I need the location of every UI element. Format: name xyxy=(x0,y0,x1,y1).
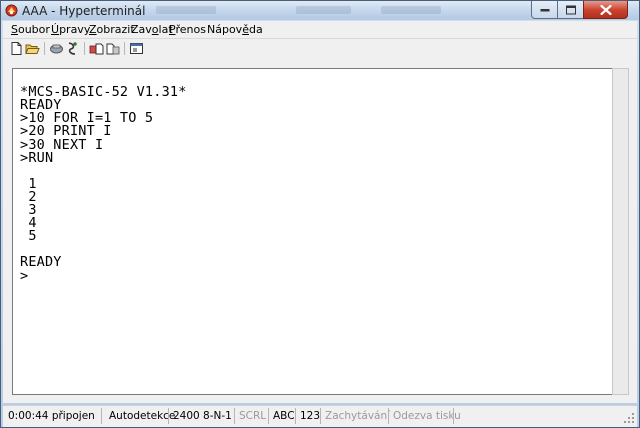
status-print-echo: Odezva tisku xyxy=(393,410,461,422)
hyperterminal-window: AAA - Hyperterminál Soubor Úpravy Zobraz… xyxy=(0,0,640,428)
properties-icon[interactable] xyxy=(129,41,144,56)
open-folder-icon[interactable] xyxy=(25,41,40,56)
status-caps-lock: ABC xyxy=(273,410,295,422)
menu-upravy[interactable]: Úpravy xyxy=(51,23,90,36)
menu-soubor[interactable]: Soubor xyxy=(11,23,50,36)
status-num-lock: 123 xyxy=(300,410,321,422)
minimize-button[interactable] xyxy=(531,1,558,19)
close-button[interactable] xyxy=(583,1,628,19)
background-blur xyxy=(296,6,351,14)
status-divider xyxy=(320,408,321,424)
new-file-icon[interactable] xyxy=(9,41,24,56)
status-divider xyxy=(388,408,389,424)
status-divider xyxy=(101,408,102,424)
status-divider xyxy=(168,408,169,424)
toolbar xyxy=(3,38,637,58)
receive-icon[interactable] xyxy=(105,41,120,56)
resize-grip-icon[interactable] xyxy=(623,412,635,424)
status-divider xyxy=(453,408,454,424)
status-divider xyxy=(234,408,235,424)
status-divider xyxy=(295,408,296,424)
vertical-scrollbar[interactable] xyxy=(612,68,629,395)
status-autodetect: Autodetekce xyxy=(109,410,176,422)
menu-bar: Soubor Úpravy Zobrazit Zavolat Přenos Ná… xyxy=(3,21,637,38)
call-icon[interactable] xyxy=(49,41,64,56)
toolbar-separator xyxy=(84,42,85,55)
maximize-icon xyxy=(565,5,576,14)
close-icon xyxy=(600,4,611,15)
terminal-line: 5 xyxy=(20,228,37,245)
terminal-line: >RUN xyxy=(20,149,54,166)
background-blur xyxy=(156,6,216,14)
minimize-icon xyxy=(540,8,549,11)
status-bar: 0:00:44 připojen Autodetekce 2400 8-N-1 … xyxy=(3,405,637,427)
menu-zavolat[interactable]: Zavolat xyxy=(131,23,173,36)
title-bar[interactable]: AAA - Hyperterminál xyxy=(1,1,639,20)
menu-prenos[interactable]: Přenos xyxy=(169,23,206,36)
status-connection-time: 0:00:44 připojen xyxy=(8,410,95,422)
status-port-params: 2400 8-N-1 xyxy=(173,410,232,422)
hyperterminal-app-icon[interactable] xyxy=(5,4,18,17)
maximize-button[interactable] xyxy=(557,1,584,19)
menu-zobrazit[interactable]: Zobrazit xyxy=(89,23,135,36)
window-title: AAA - Hyperterminál xyxy=(22,4,146,18)
menu-napoveda[interactable]: Nápověda xyxy=(207,23,263,36)
background-blur xyxy=(381,6,441,14)
status-scroll-lock: SCRL xyxy=(239,410,267,422)
terminal-screen[interactable]: *MCS-BASIC-52 V1.31* READY >10 FOR I=1 TO … xyxy=(12,68,612,395)
status-capture: Zachytávání xyxy=(325,410,391,422)
status-divider xyxy=(268,408,269,424)
send-icon[interactable] xyxy=(89,41,104,56)
client-area: *MCS-BASIC-52 V1.31* READY >10 FOR I=1 TO … xyxy=(3,58,637,403)
toolbar-separator xyxy=(44,42,45,55)
terminal-line: > xyxy=(20,267,29,284)
disconnect-icon[interactable] xyxy=(65,41,80,56)
toolbar-separator xyxy=(124,42,125,55)
